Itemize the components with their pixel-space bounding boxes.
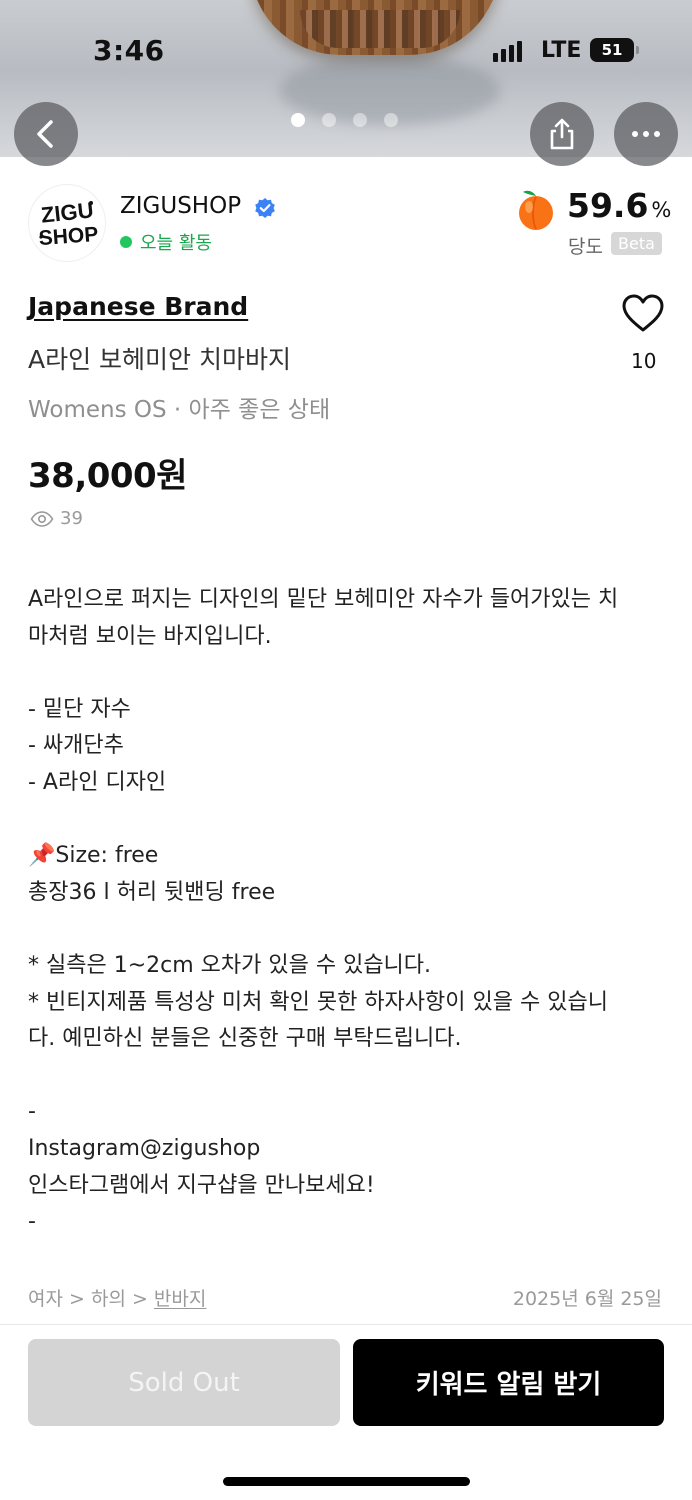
verified-badge-icon — [255, 198, 275, 218]
description-line: - 싸개단추 — [28, 733, 124, 759]
sold-out-button[interactable]: Sold Out — [28, 1339, 340, 1426]
more-options-button[interactable] — [614, 102, 678, 166]
description-line: A라인으로 퍼지는 디자인의 밑단 보헤미안 자수가 들어가있는 치 — [28, 587, 619, 612]
online-status-icon — [120, 236, 132, 248]
description-line — [28, 911, 664, 948]
carousel-dot[interactable] — [291, 113, 305, 127]
view-count-value: 39 — [60, 508, 83, 529]
beta-badge: Beta — [611, 232, 662, 255]
description-line — [28, 655, 664, 692]
divider — [0, 1324, 692, 1325]
description-line: 📌Size: free — [28, 843, 159, 869]
product-description: A라인으로 퍼지는 디자인의 밑단 보헤미안 자수가 들어가있는 치마처럼 보이… — [28, 582, 664, 1241]
peach-icon — [519, 190, 553, 230]
like-count: 10 — [631, 349, 657, 373]
battery-icon: 51 — [590, 38, 639, 62]
score-label: 당도 — [568, 236, 603, 258]
breadcrumb: 여자 > 하의 > 반바지 — [28, 1284, 206, 1311]
product-condition: Womens OS · 아주 좋은 상태 — [28, 397, 331, 423]
carousel-dot[interactable] — [353, 113, 367, 127]
status-bar: 3:46 LTE 51 — [0, 0, 692, 104]
product-price: 38,000원 — [28, 456, 187, 496]
network-label: LTE — [541, 38, 582, 63]
signal-icon — [493, 40, 522, 62]
description-line: Instagram@zigushop — [28, 1135, 261, 1161]
svg-text:SHOP: SHOP — [38, 223, 99, 250]
description-line: * 빈티지제품 특성상 미처 확인 못한 하자사항이 있을 수 있습니 — [28, 989, 608, 1015]
score-unit: % — [651, 198, 672, 222]
posted-date: 2025년 6월 25일 — [512, 1288, 662, 1310]
zigushop-logo: ZIGU SHOP — [38, 197, 99, 250]
description-line: 총장36 l 허리 뒷밴딩 free — [28, 879, 276, 905]
sweetness-score: 59.6% — [567, 186, 671, 225]
view-count: 39 — [30, 508, 83, 529]
carousel-dot[interactable] — [384, 113, 398, 127]
carousel-dot[interactable] — [322, 113, 336, 127]
battery-level: 51 — [601, 41, 623, 59]
seller-name[interactable]: ZIGUSHOP — [120, 193, 241, 219]
keyword-alert-button[interactable]: 키워드 알림 받기 — [353, 1339, 664, 1426]
breadcrumb-link[interactable]: 반바지 — [154, 1288, 206, 1310]
score-value: 59.6 — [567, 186, 649, 225]
status-time: 3:46 — [93, 34, 165, 67]
breadcrumb-path: 여자 > 하의 > — [28, 1288, 154, 1310]
description-line — [28, 1058, 664, 1095]
description-line: - — [28, 1209, 36, 1235]
share-icon — [550, 118, 574, 150]
share-button[interactable] — [530, 102, 594, 166]
chevron-left-icon — [37, 120, 53, 148]
seller-avatar[interactable]: ZIGU SHOP — [28, 184, 106, 262]
description-line: 마처럼 보이는 바지입니다. — [28, 623, 272, 649]
home-indicator — [223, 1477, 470, 1486]
brand-link[interactable]: Japanese Brand — [28, 292, 248, 321]
description-line: - — [28, 1099, 36, 1125]
more-icon — [632, 131, 660, 137]
like-button[interactable] — [620, 293, 666, 333]
description-line: - A라인 디자인 — [28, 769, 167, 795]
carousel-indicator — [291, 113, 398, 127]
seller-activity: 오늘 활동 — [120, 229, 212, 255]
description-line: 인스타그램에서 지구샵을 만나보세요! — [28, 1172, 375, 1198]
product-title: A라인 보헤미안 치마바지 — [28, 345, 291, 374]
back-button[interactable] — [14, 102, 78, 166]
description-line: - 밑단 자수 — [28, 696, 131, 722]
eye-icon — [30, 510, 54, 527]
description-line: * 실측은 1~2cm 오차가 있을 수 있습니다. — [28, 952, 432, 978]
description-line — [28, 802, 664, 839]
description-line: 다. 예민하신 분들은 신중한 구매 부탁드립니다. — [28, 1026, 462, 1052]
activity-label: 오늘 활동 — [140, 233, 212, 254]
heart-icon — [622, 294, 664, 332]
